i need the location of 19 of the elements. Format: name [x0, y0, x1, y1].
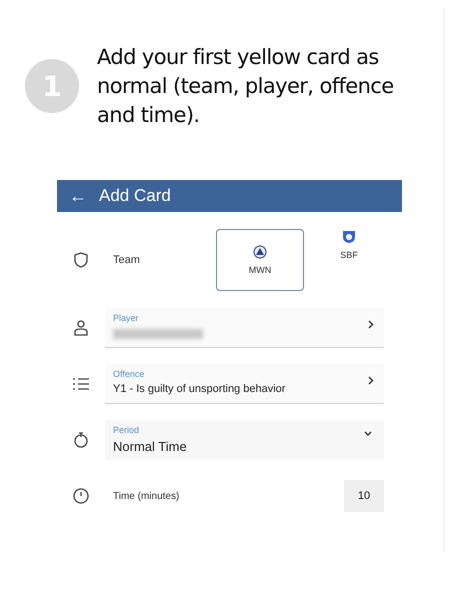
- field-label: Team: [113, 254, 141, 266]
- crest-icon: [342, 230, 356, 244]
- list-icon: [73, 378, 89, 390]
- back-button[interactable]: ←: [69, 186, 87, 206]
- picker-field[interactable]: Offence Y1 - Is guilty of unsporting behavior: [105, 364, 384, 404]
- crest-icon: [253, 245, 267, 259]
- person-icon: [74, 320, 88, 336]
- team-option[interactable]: MWN: [216, 229, 304, 291]
- clock-icon: [73, 488, 89, 504]
- screen-title: Add Card: [99, 186, 171, 206]
- step-instruction: Add your first yellow card as normal (team, player, offence and time).: [97, 44, 395, 128]
- chevron-right-icon: [368, 320, 374, 329]
- chevron-right-icon: [368, 376, 374, 385]
- number-field[interactable]: 10: [344, 480, 384, 512]
- timer-icon: [74, 432, 88, 448]
- chevron-down-icon: [364, 431, 372, 436]
- field-label: Time (minutes): [113, 490, 180, 502]
- dropdown-field[interactable]: Period Normal Time: [105, 420, 384, 460]
- shield-icon: [74, 252, 88, 268]
